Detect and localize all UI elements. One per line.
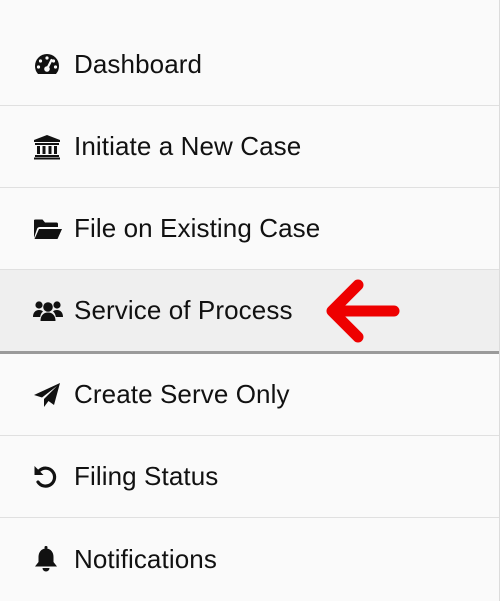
bell-icon [33,545,63,573]
menu-top-spacer [0,0,499,24]
menu-item-notifications[interactable]: Notifications [0,518,499,600]
menu-item-label: Service of Process [74,295,293,325]
menu-item-label: Initiate a New Case [74,131,302,161]
paper-plane-icon [33,381,63,409]
users-icon [33,297,63,325]
menu-item-filing-status[interactable]: Filing Status [0,436,499,518]
annotation-arrow-icon [326,279,400,342]
menu-item-label: File on Existing Case [74,213,321,243]
menu-item-create-serve-only[interactable]: Create Serve Only [0,354,499,436]
menu-item-label: Create Serve Only [74,379,290,409]
dashboard-icon [33,51,63,79]
menu-item-label: Notifications [74,543,217,574]
menu-item-dashboard[interactable]: Dashboard [0,24,499,106]
menu-item-label: Dashboard [74,49,203,79]
bank-icon [33,133,63,161]
menu-item-service-of-process[interactable]: Service of Process [0,270,499,354]
menu-item-file-existing-case[interactable]: File on Existing Case [0,188,499,270]
folder-open-icon [33,215,63,243]
sidebar-menu: Dashboard Initiate a New Case File on Ex [0,0,500,601]
menu-item-initiate-new-case[interactable]: Initiate a New Case [0,106,499,188]
menu-item-label: Filing Status [74,461,219,491]
undo-icon [33,463,63,491]
